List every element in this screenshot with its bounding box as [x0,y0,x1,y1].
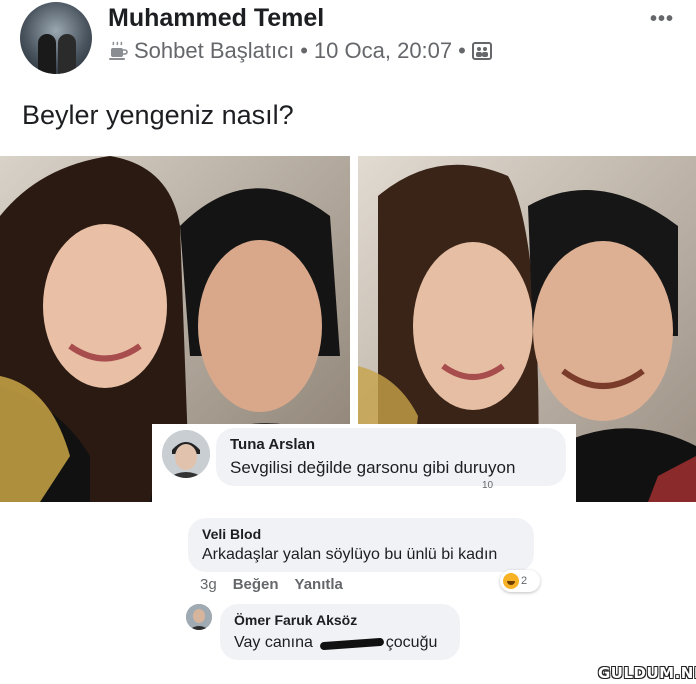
avatar-figure [58,34,76,74]
comment-bubble: Ömer Faruk Aksöz Vay canına çocuğu [220,604,460,660]
comment-author[interactable]: Tuna Arslan [230,436,315,453]
comment-actions: 3g Beğen Yanıtla [200,576,343,593]
comment-text-end: çocuğu [385,634,438,651]
comment-bubble: Tuna Arslan Sevgilisi değilde garsonu gi… [216,428,566,486]
meta-separator: • [300,38,308,63]
comment-text: Arkadaşlar yalan söylüyo bu ünlü bi kadı… [202,546,498,563]
commenter-avatar[interactable] [162,430,210,478]
comment-author[interactable]: Ömer Faruk Aksöz [234,612,357,628]
comment-text: Sevgilisi değilde garsonu gibi duruyon [230,458,516,477]
comment-author[interactable]: Veli Blod [202,526,261,542]
commenter-avatar[interactable] [186,604,212,630]
post-meta: Sohbet Başlatıcı • 10 Oca, 20:07 • [108,38,492,64]
watermark: GULDUM.NET [598,664,696,682]
comment-bubble: Veli Blod Arkadaşlar yalan söylüyo bu ün… [188,518,534,572]
post-author-name[interactable]: Muhammed Temel [108,4,324,33]
overlay-comment: Tuna Arslan Sevgilisi değilde garsonu gi… [152,424,576,502]
coffee-cup-icon [108,41,128,61]
more-options-icon[interactable]: ••• [650,8,674,31]
badge-label: Sohbet Başlatıcı [134,38,295,63]
author-avatar[interactable] [20,2,92,74]
haha-icon [503,573,519,589]
avatar-figure [38,34,56,74]
like-button[interactable]: Beğen [233,576,279,593]
reaction-count: 2 [521,575,528,587]
post-text: Beyler yengeniz nasıl? [22,100,294,130]
post-header: Muhammed Temel Sohbet Başlatıcı • 10 Oca… [0,0,696,80]
reply-button[interactable]: Yanıtla [295,576,343,593]
reaction-count[interactable]: 10 [482,480,493,491]
meta-separator: • [458,38,466,63]
group-icon [471,41,492,61]
post-timestamp[interactable]: 10 Oca, 20:07 [314,38,452,64]
comment-text-start: Vay canına [234,634,313,651]
comment-time[interactable]: 3g [200,576,217,593]
reaction-badge[interactable]: 2 [500,570,540,592]
